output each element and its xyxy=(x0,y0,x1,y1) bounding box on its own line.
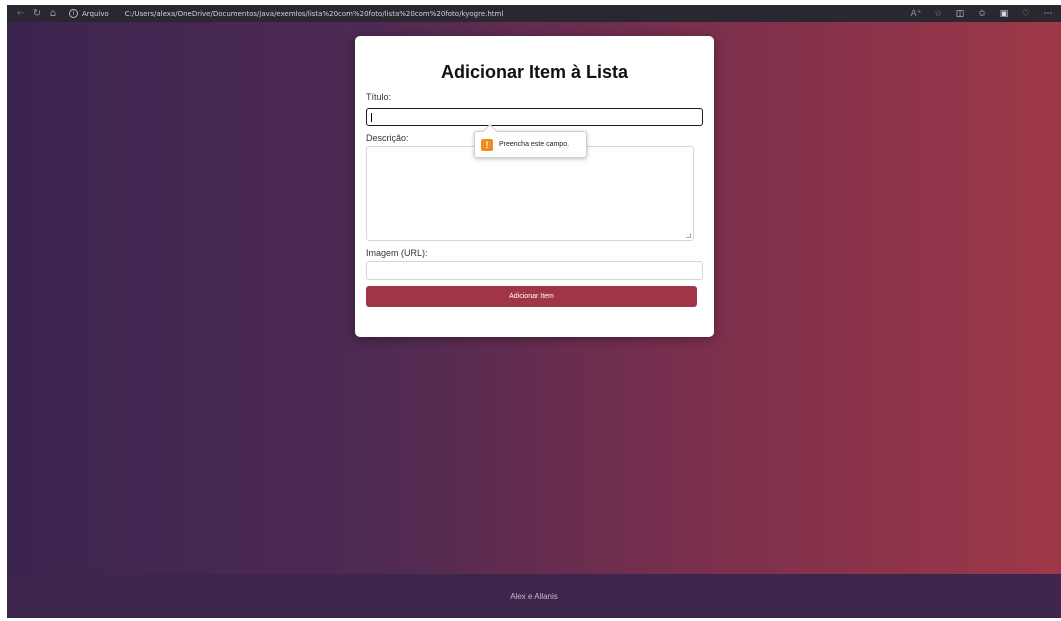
add-item-form: Adicionar Item à Lista Título: Descrição… xyxy=(355,36,714,337)
warning-icon: ! xyxy=(481,138,493,151)
browser-toolbar: ← ↻ ⌂ i Arquivo C:/Users/alexa/OneDrive/… xyxy=(7,5,1061,22)
info-icon[interactable]: i xyxy=(69,9,78,18)
resize-handle-icon[interactable] xyxy=(686,233,691,238)
description-textarea[interactable] xyxy=(366,146,694,241)
more-options-icon[interactable]: ⋯ xyxy=(1041,7,1055,21)
refresh-icon[interactable]: ↻ xyxy=(29,7,45,21)
text-caret xyxy=(371,113,372,122)
validation-message: Preencha este campo. xyxy=(499,141,570,148)
add-item-button[interactable]: Adicionar Item xyxy=(366,286,697,307)
description-label: Descrição: xyxy=(366,133,409,143)
title-input[interactable] xyxy=(366,108,703,126)
page-background: Adicionar Item à Lista Título: Descrição… xyxy=(7,22,1061,574)
toolbar-actions: A⁺ ☆ ◫ ✩ ▣ ♡ ⋯ xyxy=(909,7,1055,21)
collections-icon[interactable]: ▣ xyxy=(997,7,1011,21)
validation-tooltip: ! Preencha este campo. xyxy=(474,131,587,158)
browser-essentials-icon[interactable]: ♡ xyxy=(1019,7,1033,21)
image-url-input[interactable] xyxy=(366,261,703,280)
home-icon[interactable]: ⌂ xyxy=(45,7,61,21)
footer-text: Alex e Allanis xyxy=(510,591,558,601)
favorite-star-icon[interactable]: ☆ xyxy=(931,7,945,21)
back-icon[interactable]: ← xyxy=(13,7,29,21)
title-label: Título: xyxy=(366,92,392,102)
url-text[interactable]: C:/Users/alexa/OneDrive/Documentos/java/… xyxy=(125,10,504,18)
address-bar[interactable]: i Arquivo C:/Users/alexa/OneDrive/Docume… xyxy=(69,7,503,21)
site-label: Arquivo xyxy=(82,9,109,18)
favorites-icon[interactable]: ✩ xyxy=(975,7,989,21)
split-screen-icon[interactable]: ◫ xyxy=(953,7,967,21)
form-title: Adicionar Item à Lista xyxy=(440,62,629,82)
read-aloud-icon[interactable]: A⁺ xyxy=(909,7,923,21)
image-url-label: Imagem (URL): xyxy=(366,248,428,258)
page-footer: Alex e Allanis xyxy=(7,574,1061,618)
